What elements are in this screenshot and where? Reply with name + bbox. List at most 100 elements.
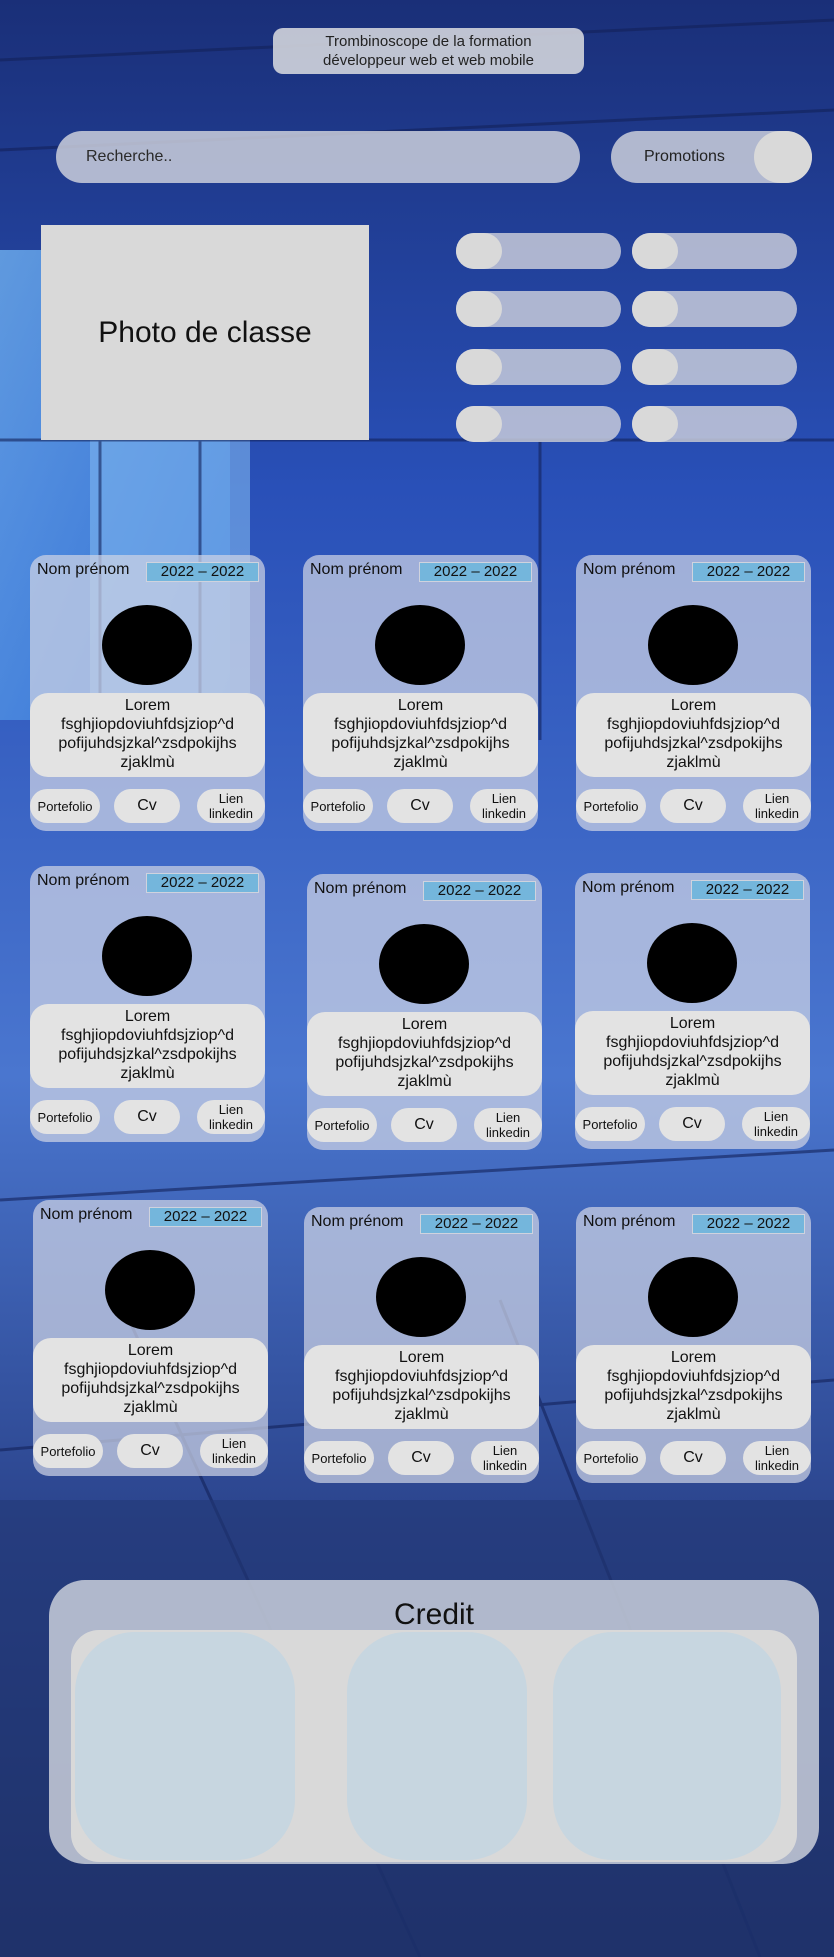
filter-toggle[interactable] (456, 291, 621, 327)
cv-button[interactable]: Cv (660, 789, 726, 823)
student-card: Nom prénom 2022 – 2022 Lorem fsghjiopdov… (307, 874, 542, 1150)
filter-toggle-knob[interactable] (632, 233, 678, 269)
description-line: zjaklmù (393, 754, 448, 771)
filter-toggle[interactable] (632, 406, 797, 442)
portfolio-button[interactable]: Portefolio (576, 789, 646, 823)
linkedin-label-line2: linkedin (481, 806, 527, 821)
cv-button[interactable]: Cv (391, 1108, 457, 1142)
student-name: Nom prénom (310, 561, 403, 578)
description-line: zjaklmù (397, 1073, 452, 1090)
student-name: Nom prénom (37, 561, 130, 578)
description-line: pofijuhdsjzkal^zsdpokijhs (603, 1053, 782, 1070)
description-line: Lorem (398, 1349, 445, 1366)
cv-button[interactable]: Cv (114, 789, 180, 823)
linkedin-button[interactable]: Lien linkedin (200, 1434, 268, 1468)
promotion-years-badge: 2022 – 2022 (419, 562, 532, 582)
student-description: Lorem fsghjiopdoviuhfdsjziop^d pofijuhds… (33, 1338, 268, 1422)
description-line: pofijuhdsjzkal^zsdpokijhs (332, 1387, 511, 1404)
portfolio-button[interactable]: Portefolio (576, 1441, 646, 1475)
description-line: Lorem (670, 697, 717, 714)
linkedin-button[interactable]: Lien linkedin (742, 1107, 810, 1141)
filter-toggle-knob[interactable] (456, 291, 502, 327)
description-line: zjaklmù (394, 1406, 449, 1423)
portfolio-button[interactable]: Portefolio (575, 1107, 645, 1141)
description-line: Lorem (127, 1342, 174, 1359)
linkedin-label-line1: Lien (218, 791, 244, 806)
student-card: Nom prénom 2022 – 2022 Lorem fsghjiopdov… (576, 555, 811, 831)
linkedin-button[interactable]: Lien linkedin (197, 1100, 265, 1134)
portfolio-button[interactable]: Portefolio (303, 789, 373, 823)
avatar (379, 924, 469, 1004)
page-title-line1: Trombinoscope de la formation (325, 33, 532, 50)
filter-toggle[interactable] (456, 406, 621, 442)
linkedin-button[interactable]: Lien linkedin (743, 1441, 811, 1475)
filter-toggle[interactable] (632, 349, 797, 385)
credit-card (553, 1632, 781, 1860)
cv-button[interactable]: Cv (114, 1100, 180, 1134)
description-line: zjaklmù (123, 1399, 178, 1416)
description-line: fsghjiopdoviuhfdsjziop^d (335, 1368, 508, 1385)
student-name: Nom prénom (314, 880, 407, 897)
linkedin-label-line1: Lien (495, 1110, 521, 1125)
portfolio-button[interactable]: Portefolio (30, 1100, 100, 1134)
filter-toggle-knob[interactable] (456, 349, 502, 385)
cv-button[interactable]: Cv (659, 1107, 725, 1141)
student-card: Nom prénom 2022 – 2022 Lorem fsghjiopdov… (30, 555, 265, 831)
portfolio-button[interactable]: Portefolio (304, 1441, 374, 1475)
filter-toggle-knob[interactable] (632, 349, 678, 385)
description-line: fsghjiopdoviuhfdsjziop^d (64, 1361, 237, 1378)
avatar (375, 605, 465, 685)
cv-button[interactable]: Cv (660, 1441, 726, 1475)
student-description: Lorem fsghjiopdoviuhfdsjziop^d pofijuhds… (304, 1345, 539, 1429)
linkedin-button[interactable]: Lien linkedin (471, 1441, 539, 1475)
avatar (376, 1257, 466, 1337)
description-line: fsghjiopdoviuhfdsjziop^d (61, 1027, 234, 1044)
cv-button[interactable]: Cv (388, 1441, 454, 1475)
student-card: Nom prénom 2022 – 2022 Lorem fsghjiopdov… (33, 1200, 268, 1476)
cv-button[interactable]: Cv (117, 1434, 183, 1468)
cv-button[interactable]: Cv (387, 789, 453, 823)
description-line: fsghjiopdoviuhfdsjziop^d (607, 1368, 780, 1385)
avatar (648, 1257, 738, 1337)
avatar (102, 605, 192, 685)
promotion-years-badge: 2022 – 2022 (149, 1207, 262, 1227)
linkedin-label-line1: Lien (218, 1102, 244, 1117)
description-line: fsghjiopdoviuhfdsjziop^d (338, 1035, 511, 1052)
filter-toggle-knob[interactable] (456, 406, 502, 442)
promotions-toggle[interactable]: Promotions (611, 131, 812, 183)
linkedin-button[interactable]: Lien linkedin (474, 1108, 542, 1142)
credit-card (347, 1632, 527, 1860)
avatar (102, 916, 192, 996)
portfolio-button[interactable]: Portefolio (30, 789, 100, 823)
linkedin-button[interactable]: Lien linkedin (197, 789, 265, 823)
description-line: pofijuhdsjzkal^zsdpokijhs (58, 735, 237, 752)
class-photo-label: Photo de classe (98, 315, 312, 349)
portfolio-button[interactable]: Portefolio (33, 1434, 103, 1468)
filter-toggle[interactable] (632, 233, 797, 269)
promotion-years-badge: 2022 – 2022 (691, 880, 804, 900)
student-name: Nom prénom (37, 872, 130, 889)
student-description: Lorem fsghjiopdoviuhfdsjziop^d pofijuhds… (30, 693, 265, 777)
linkedin-label-line2: linkedin (482, 1458, 528, 1473)
credit-title: Credit (393, 1598, 475, 1631)
filter-toggle-knob[interactable] (632, 291, 678, 327)
promotion-years-badge: 2022 – 2022 (423, 881, 536, 901)
filter-toggle[interactable] (456, 349, 621, 385)
portfolio-button[interactable]: Portefolio (307, 1108, 377, 1142)
filter-toggle[interactable] (632, 291, 797, 327)
description-line: zjaklmù (665, 1072, 720, 1089)
promotions-toggle-knob[interactable] (754, 131, 812, 183)
description-line: zjaklmù (120, 754, 175, 771)
filter-toggle[interactable] (456, 233, 621, 269)
linkedin-button[interactable]: Lien linkedin (743, 789, 811, 823)
student-name: Nom prénom (582, 879, 675, 896)
linkedin-button[interactable]: Lien linkedin (470, 789, 538, 823)
filter-toggle-knob[interactable] (632, 406, 678, 442)
promotion-years-badge: 2022 – 2022 (146, 562, 259, 582)
search-input[interactable] (56, 131, 580, 183)
description-line: pofijuhdsjzkal^zsdpokijhs (604, 735, 783, 752)
linkedin-label-line1: Lien (763, 1109, 789, 1124)
filter-toggle-knob[interactable] (456, 233, 502, 269)
description-line: zjaklmù (120, 1065, 175, 1082)
credit-card (75, 1632, 295, 1860)
